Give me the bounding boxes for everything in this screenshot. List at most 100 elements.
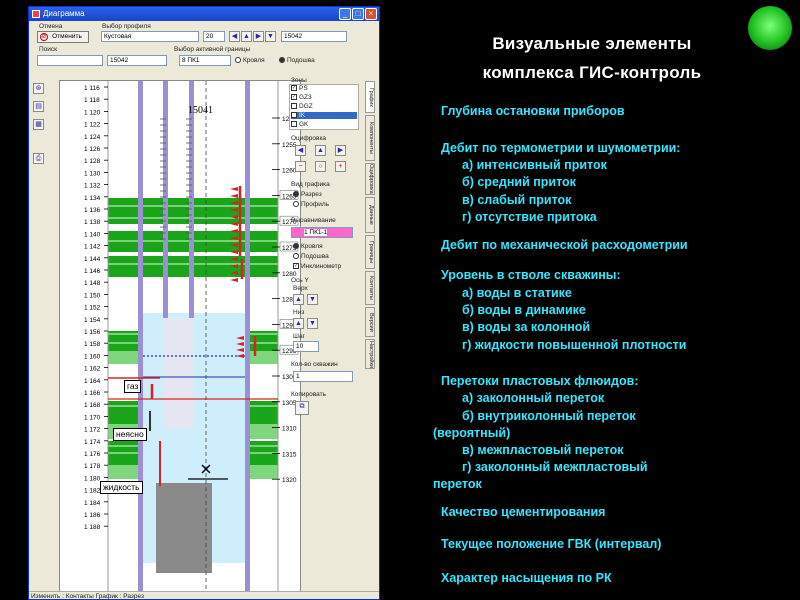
wells-count-title: Кол-во скважин [291, 361, 338, 368]
align-option-floor-label: Подошва [301, 253, 329, 260]
slide-bullet-line: в) слабый приток [462, 193, 572, 207]
slide-bullet-line: Дебит по термометрии и шумометрии: [441, 141, 681, 155]
boundary-select[interactable]: 8 ПК1 [179, 55, 231, 66]
chart-tool-icon[interactable]: ▤ [33, 101, 44, 112]
boundary-roof-option[interactable]: Кровля [235, 57, 265, 64]
slide-bullet-line: г) отсутствие притока [462, 210, 597, 224]
side-tab[interactable]: Оцифровка [365, 163, 375, 195]
slide-bullet-line: Глубина остановки приборов [441, 104, 625, 118]
depth-tick-left: 1 156 [84, 329, 101, 336]
yaxis-bottom-down-icon[interactable]: ▼ [307, 318, 318, 329]
view-option-section-label: Разрез [301, 191, 322, 198]
zone-item[interactable]: GK [291, 121, 357, 128]
align-option-floor[interactable]: Подошва [293, 253, 329, 260]
zone-checkbox[interactable] [291, 121, 297, 128]
digitize-circle-icon[interactable]: ○ [315, 161, 326, 172]
zone-checkbox[interactable] [291, 112, 297, 119]
view-option-profile[interactable]: Профиль [293, 201, 329, 208]
yaxis-step-input[interactable]: 10 [293, 341, 319, 352]
tag-unclear: неясно [113, 428, 147, 441]
nav-down-icon[interactable]: ▼ [265, 31, 276, 42]
slide-bullet-line: б) внутриколонный переток [462, 409, 636, 423]
side-tab[interactable]: Контакты [365, 271, 375, 305]
view-option-section[interactable]: Разрез [293, 191, 322, 198]
yaxis-top-up-icon[interactable]: ▲ [293, 294, 304, 305]
zone-label: DGZ [299, 103, 313, 110]
boundary-floor-option[interactable]: Подошва [279, 57, 315, 64]
nav-prev-icon[interactable]: ▲ [241, 31, 252, 42]
depth-tick-left: 1 164 [84, 378, 101, 385]
maximize-button[interactable]: □ [352, 8, 364, 20]
zone-checkbox[interactable]: ✓ [291, 85, 297, 92]
yaxis-top-down-icon[interactable]: ▼ [307, 294, 318, 305]
side-tab[interactable]: Версии [365, 307, 375, 337]
depth-tick-left: 1 176 [84, 451, 101, 458]
zone-label: GZ3 [299, 94, 312, 101]
search-input[interactable] [37, 55, 103, 66]
zoom-tool-icon[interactable]: ⊛ [33, 83, 44, 94]
depth-tick-left: 1 124 [84, 134, 101, 141]
digitize-add-icon[interactable]: + [335, 161, 346, 172]
depth-tick-left: 1 178 [84, 463, 101, 470]
zone-item[interactable]: ✓ PS [291, 85, 357, 92]
digitize-up-icon[interactable]: ▲ [315, 145, 326, 156]
digitize-back-icon[interactable]: ◀ [295, 145, 306, 156]
depth-tick-left: 1 172 [84, 427, 101, 434]
nav-first-icon[interactable]: ◀ [229, 31, 240, 42]
side-tab[interactable]: График [365, 81, 375, 113]
copy-icon[interactable]: ⧉ [295, 401, 309, 415]
depth-tick-left: 1 188 [84, 524, 101, 531]
profile-well-select[interactable]: 15042 [281, 31, 347, 42]
zone-label: IK [299, 112, 306, 119]
slide-bullet-line: Дебит по механической расходометрии [441, 238, 688, 252]
side-tab[interactable]: Границы [365, 235, 375, 269]
side-tab[interactable]: Компоненты [365, 115, 375, 161]
slide-bullet-line: а) интенсивный приток [462, 158, 607, 172]
close-button[interactable]: × [365, 8, 377, 20]
profile-group-label: Выбор профиля [102, 23, 151, 30]
zone-checkbox[interactable]: ✓ [291, 94, 297, 101]
nav-next-icon[interactable]: ▶ [253, 31, 264, 42]
cancel-button[interactable]: ⊘ Отменить [37, 31, 89, 43]
zone-checkbox[interactable] [291, 103, 297, 110]
wells-count-input[interactable]: 1 [293, 371, 353, 382]
profile-select[interactable]: Кустовая [101, 31, 199, 42]
boundary-floor-label: Подошва [287, 57, 315, 64]
cancel-icon: ⊘ [40, 33, 48, 41]
print-tool-icon[interactable]: ⎙ [33, 153, 44, 164]
tag-liquid: жидкость [100, 481, 143, 494]
align-option-inclinometer[interactable]: ✓ Инклинометр [293, 263, 341, 270]
view-option-profile-label: Профиль [301, 201, 330, 208]
flow-arrow-icon [230, 278, 238, 282]
align-select[interactable]: 1 ПК1-1 [291, 227, 353, 238]
slide-title-line1: Визуальные элементы [492, 34, 692, 53]
slide-bullet-line: Перетоки пластовых флюидов: [441, 374, 639, 388]
side-tab[interactable]: Настройки [365, 339, 375, 369]
search-well-select[interactable]: 15042 [107, 55, 167, 66]
search-label: Поиск [39, 46, 58, 53]
profile-num-select[interactable]: 20 [203, 31, 225, 42]
zone-item[interactable]: DGZ [291, 103, 357, 110]
digitize-forward-icon[interactable]: ▶ [335, 145, 346, 156]
zone-item[interactable]: IK [291, 112, 357, 119]
view-title: Вид графика [291, 181, 330, 188]
yaxis-bottom-up-icon[interactable]: ▲ [293, 318, 304, 329]
well-diagram-plot[interactable]: 15041 1 116 1 118 1 120 1 122 1 124 1 126 1 128… [59, 80, 301, 593]
depth-tick-left: 1 150 [84, 292, 101, 299]
well-diagram-svg: 15041 1 116 1 118 1 120 1 122 1 124 1 126 1 128… [60, 81, 300, 592]
layers-tool-icon[interactable]: ▦ [33, 119, 44, 130]
align-option-roof-label: Кровля [301, 243, 323, 250]
casing-left [138, 81, 143, 592]
depth-tick-left: 1 146 [84, 268, 101, 275]
depth-tick-left: 1 140 [84, 231, 101, 238]
status-bar: Изменить : Контакты График : Разрез [29, 591, 379, 599]
slide-bullet-line: Уровень в стволе скважины: [441, 268, 621, 282]
slide-bullet-line: Характер насыщения по РК [441, 571, 612, 585]
align-title: Выравнивание [291, 217, 336, 224]
minimize-button[interactable]: _ [339, 8, 351, 20]
slide-bullet-line: в) воды за колонной [462, 320, 591, 334]
align-option-roof[interactable]: Кровля [293, 243, 323, 250]
side-tab[interactable]: Данные [365, 197, 375, 233]
zone-item[interactable]: ✓ GZ3 [291, 94, 357, 101]
digitize-remove-icon[interactable]: − [295, 161, 306, 172]
